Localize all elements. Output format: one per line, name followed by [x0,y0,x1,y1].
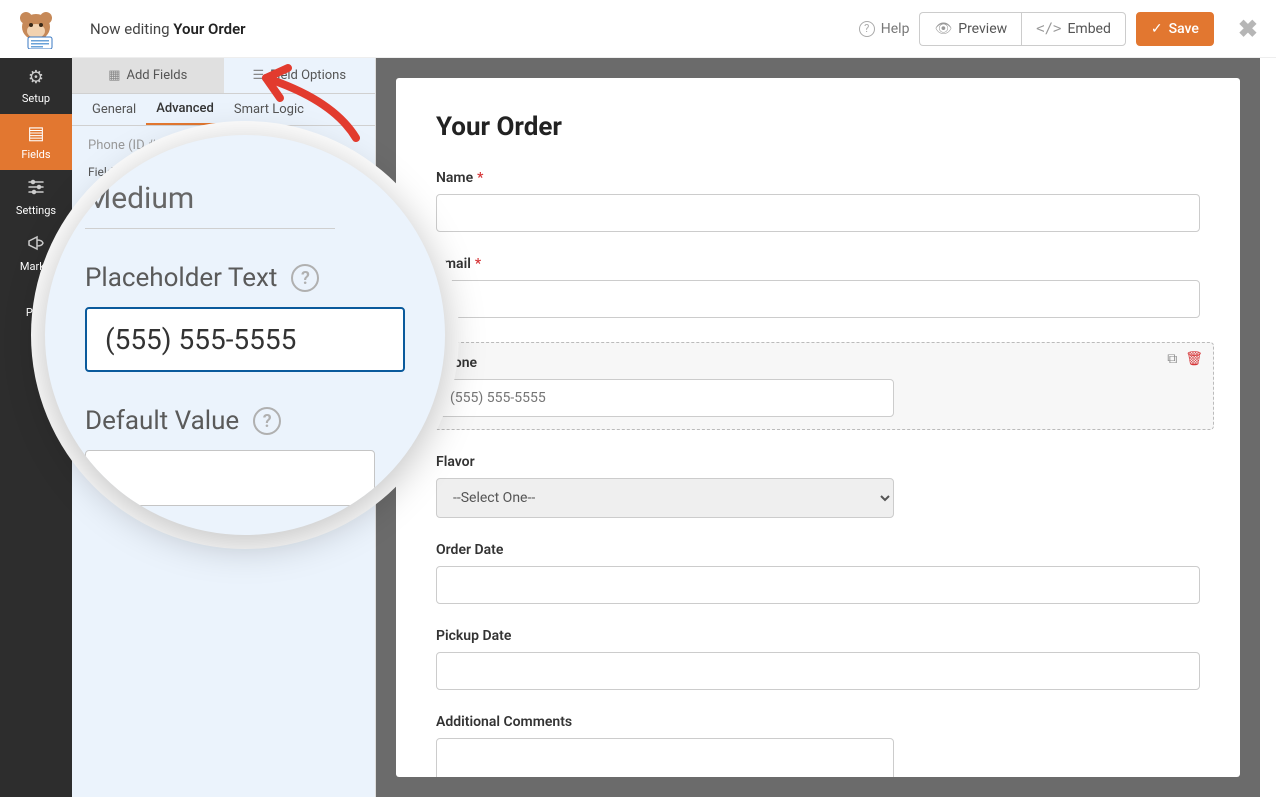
additional-textarea[interactable] [436,738,894,777]
required-asterisk: * [475,256,481,272]
fields-icon: ▤ [27,123,44,144]
close-button[interactable]: ✖ [1238,15,1258,43]
field-size-value[interactable]: Medium [85,175,335,229]
form-title: Your Order [436,112,1200,142]
sliders-icon: ☰ [252,68,264,83]
check-icon: ✓ [1151,21,1163,37]
order-date-label: Order Date [436,542,1200,558]
tab-field-options-label: Field Options [270,68,346,83]
eye-icon: 👁 [934,21,952,37]
email-label: Email* [436,256,1200,272]
zoom-callout: Medium Placeholder Text ? Default Value … [45,135,445,535]
default-value-label: Default Value [85,406,239,436]
nav-marketing-label: Mark… [20,260,52,273]
nav-settings[interactable]: Settings [0,170,72,226]
help-label: Help [881,21,910,37]
preview-label: Preview [958,21,1007,37]
email-input[interactable] [436,280,1200,318]
copy-icon[interactable]: ⧉ [1167,351,1177,367]
preview-button[interactable]: 👁 Preview [919,12,1021,46]
additional-label: Additional Comments [436,714,1200,730]
placeholder-label: Placeholder Text [85,263,277,293]
subtab-smart-logic[interactable]: Smart Logic [224,94,314,125]
bullhorn-icon [27,235,45,256]
nav-setup-label: Setup [22,92,50,105]
embed-label: Embed [1067,21,1110,37]
save-button[interactable]: ✓ Save [1136,12,1214,46]
bear-logo-icon [14,9,58,49]
field-name: Phone [88,138,128,153]
nav-fields[interactable]: ▤ Fields [0,114,72,170]
save-label: Save [1169,21,1199,37]
nav-fields-label: Fields [21,148,50,161]
flavor-label: Flavor [436,454,1200,470]
brand-logo [0,0,72,58]
nav-payments-label: Pa… [26,306,46,319]
tab-add-fields-label: Add Fields [126,68,187,83]
phone-input[interactable] [437,379,894,417]
editing-title: Your Order [173,20,245,38]
flavor-select[interactable]: --Select One-- [436,478,894,518]
tab-add-fields[interactable]: ▦ Add Fields [72,58,224,93]
phone-label: Phone [437,355,1199,371]
code-icon: </> [1036,21,1061,37]
pickup-date-label: Pickup Date [436,628,1200,644]
placeholder-text-input[interactable] [85,307,405,372]
help-icon: ? [859,21,875,37]
order-date-input[interactable] [436,566,1200,604]
editing-label: Now editing Your Order [90,20,246,38]
trash-icon[interactable]: 🗑 [1185,351,1203,367]
tab-field-options[interactable]: ☰ Field Options [224,58,376,93]
editing-prefix: Now editing [90,20,173,38]
required-asterisk: * [477,170,483,186]
help-link[interactable]: ? Help [859,21,910,37]
nav-settings-label: Settings [16,204,56,217]
phone-field-selected[interactable]: ⧉ 🗑 Phone [422,342,1214,430]
grid-icon: ▦ [108,68,120,83]
subtab-advanced[interactable]: Advanced [146,94,224,125]
gear-icon: ⚙ [28,67,44,88]
pickup-date-input[interactable] [436,652,1200,690]
name-input[interactable] [436,194,1200,232]
default-value-input[interactable] [85,450,375,506]
name-label: Name* [436,170,1200,186]
embed-button[interactable]: </> Embed [1021,12,1126,46]
subtab-general[interactable]: General [82,94,146,125]
nav-setup[interactable]: ⚙ Setup [0,58,72,114]
sliders-icon [27,179,45,200]
help-icon[interactable]: ? [291,264,319,292]
help-icon[interactable]: ? [253,407,281,435]
